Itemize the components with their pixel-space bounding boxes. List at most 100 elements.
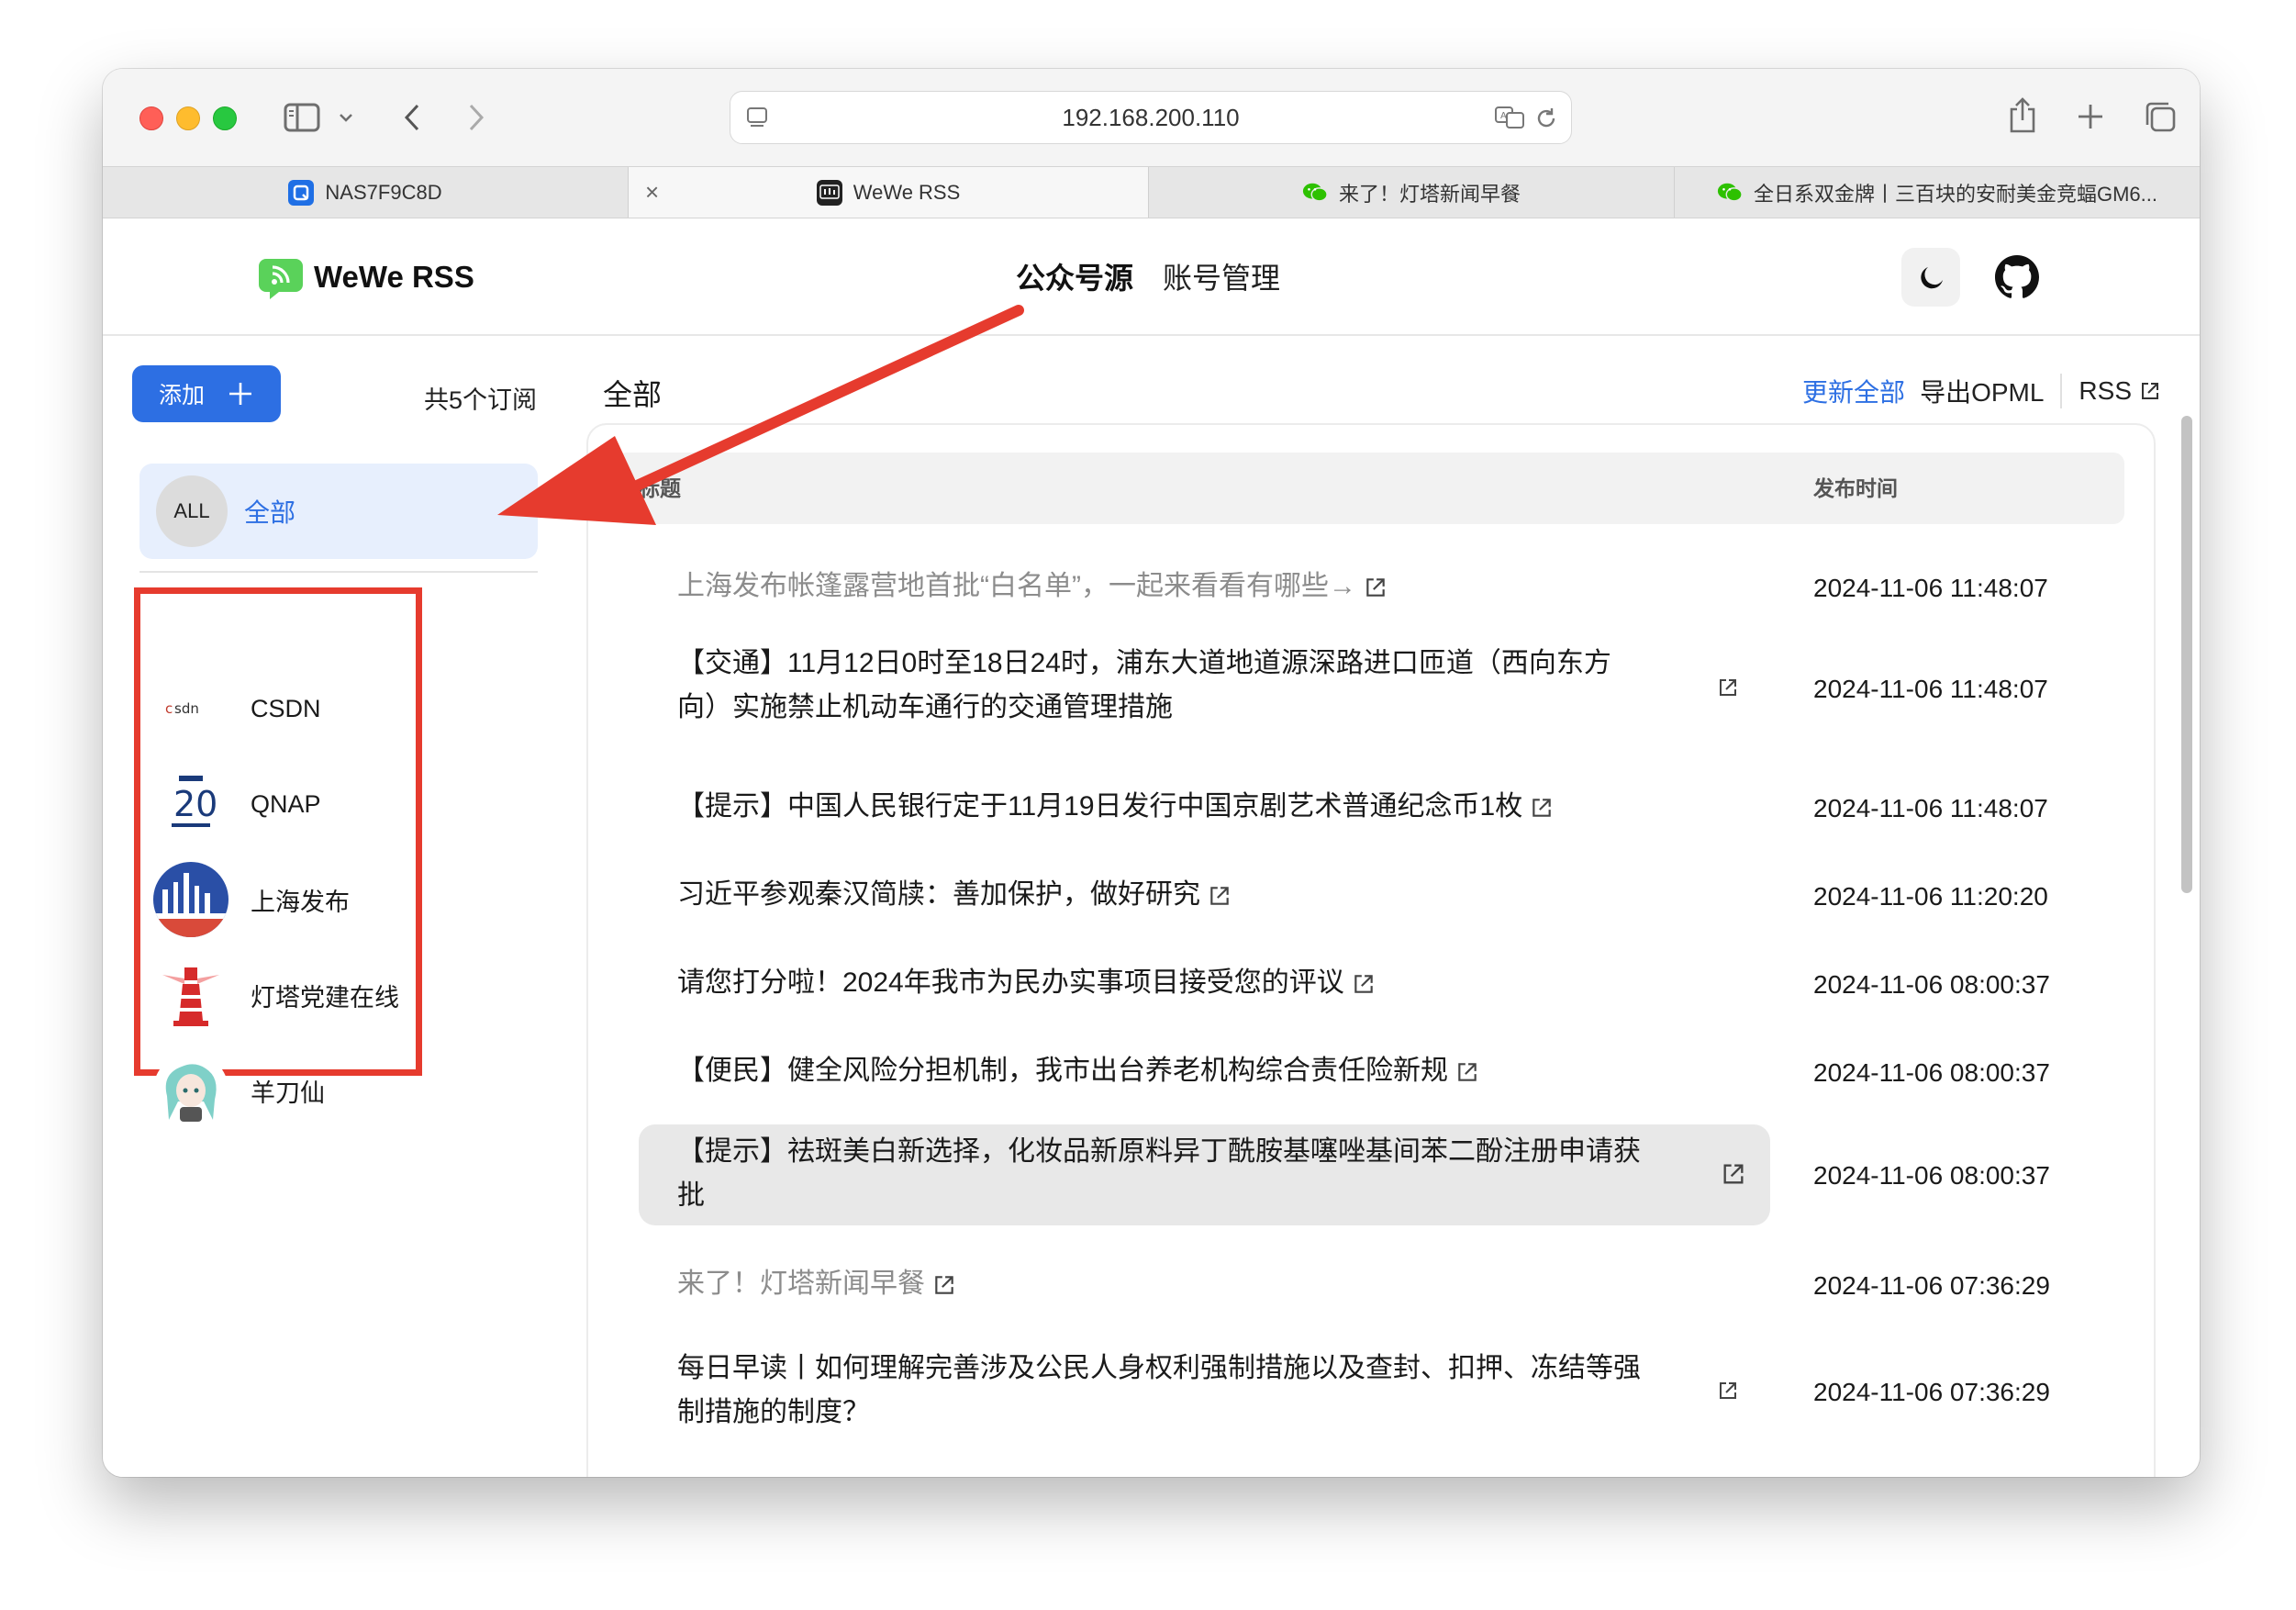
- qnap-avatar: 20: [153, 766, 228, 842]
- update-all-button[interactable]: 更新全部: [1802, 373, 1905, 409]
- article-title-link[interactable]: 每日早读丨如何理解完善涉及公民人身权利强制措施以及查封、扣押、冻结等强 制措施的…: [677, 1347, 1733, 1435]
- add-label: 添加: [158, 383, 205, 408]
- moon-icon: [1921, 267, 1943, 289]
- address-bar[interactable]: 192.168.200.110 A: [730, 91, 1572, 144]
- article-title-line: 向）实施禁止机动车通行的交通管理措施: [677, 692, 1173, 722]
- article-title-text: 来了！灯塔新闻早餐: [677, 1269, 925, 1299]
- table-row[interactable]: 【提示】祛斑美白新选择，化妆品新原料异丁酰胺基噻唑基间苯二酚注册申请获 批 20…: [616, 1124, 2124, 1227]
- external-link-icon[interactable]: [1717, 1380, 1739, 1402]
- sidebar-item-all[interactable]: ALL 全部: [139, 464, 538, 559]
- sidebar-item-label: 羊刀仙: [251, 1079, 325, 1107]
- external-link-icon[interactable]: [1717, 676, 1739, 699]
- anime-avatar: [153, 1053, 228, 1128]
- external-link-icon: [1533, 799, 1551, 817]
- table-row[interactable]: 每日早读丨如何理解完善涉及公民人身权利强制措施以及查封、扣押、冻结等强 制措施的…: [616, 1339, 2124, 1440]
- sidebar-item-label: QNAP: [251, 789, 321, 818]
- web-page: WeWe RSS 公众号源 账号管理 添加 共5个订阅 ALL 全部 c sdn…: [103, 218, 2200, 1477]
- article-title-link[interactable]: 来了！灯塔新闻早餐: [677, 1262, 1733, 1306]
- table-row[interactable]: 来了！灯塔新闻早餐 2024-11-06 07:36:29: [616, 1247, 2124, 1321]
- table-row[interactable]: 【便民】健全风险分担机制，我市出台养老机构综合责任险新规 2024-11-06 …: [616, 1034, 2124, 1108]
- forward-icon[interactable]: [463, 102, 490, 133]
- url-text: 192.168.200.110: [1062, 104, 1240, 131]
- tab-label: WeWe RSS: [853, 180, 961, 204]
- site-header: WeWe RSS 公众号源 账号管理: [103, 218, 2200, 336]
- article-publish-time: 2024-11-06 08:00:37: [1813, 970, 2050, 999]
- theme-toggle-button[interactable]: [1901, 248, 1960, 307]
- article-title-link[interactable]: 【便民】健全风险分担机制，我市出台养老机构综合责任险新规: [677, 1049, 1733, 1093]
- article-title-line: 每日早读丨如何理解完善涉及公民人身权利强制措施以及查封、扣押、冻结等强: [677, 1353, 1641, 1383]
- lighthouse-avatar: [153, 957, 228, 1033]
- external-link-icon[interactable]: [1721, 1161, 1746, 1187]
- wewe-rss-icon: [816, 179, 842, 206]
- tab-nas[interactable]: NAS7F9C8D: [103, 167, 629, 218]
- article-title-text: 习近平参观秦汉简牍：善加保护，做好研究: [677, 879, 1200, 910]
- nav-item-feeds[interactable]: 公众号源: [1016, 255, 1133, 297]
- sidebar-item-csdn[interactable]: c sdn CSDN: [153, 671, 321, 746]
- zoom-window-button[interactable]: [213, 106, 237, 130]
- column-header-title: 标题: [639, 476, 681, 500]
- share-icon[interactable]: [2006, 95, 2039, 137]
- svg-text:c: c: [165, 700, 173, 717]
- table-row[interactable]: 【交通】11月12日0时至18日24时，浦东大道地道源深路进口匝道（西向东方 向…: [616, 642, 2124, 743]
- sidebar-item-label: 全部: [244, 498, 296, 527]
- table-row[interactable]: 上海发布帐篷露营地首批“白名单”，一起来看看有哪些→ 2024-11-06 11…: [616, 550, 2124, 623]
- articles-table: 标题 发布时间 上海发布帐篷露营地首批“白名单”，一起来看看有哪些→ 2024-…: [586, 423, 2156, 1477]
- article-title-line: 制措施的制度？: [677, 1397, 870, 1427]
- article-publish-time: 2024-11-06 11:48:07: [1813, 794, 2048, 822]
- sidebar-item-qnap[interactable]: 20 QNAP: [153, 766, 321, 842]
- back-icon[interactable]: [398, 102, 426, 133]
- add-subscription-button[interactable]: 添加: [132, 365, 281, 422]
- github-link[interactable]: [1995, 255, 2039, 299]
- tab-label: NAS7F9C8D: [325, 180, 442, 204]
- article-publish-time: 2024-11-06 11:20:20: [1813, 882, 2048, 911]
- article-title-link[interactable]: 请您打分啦！2024年我市为民办实事项目接受您的评议: [677, 961, 1733, 1005]
- site-logo[interactable]: WeWe RSS: [257, 253, 474, 301]
- tab-wechat-article-2[interactable]: 全日系双金牌丨三百块的安耐美金竞蝠GM6...: [1675, 167, 2200, 218]
- rss-label: RSS: [2079, 376, 2132, 405]
- table-row[interactable]: 【提示】中国人民银行定于11月19日发行中国京剧艺术普通纪念币1枚 2024-1…: [616, 770, 2124, 844]
- minimize-window-button[interactable]: [176, 106, 200, 130]
- scrollbar-thumb[interactable]: [2181, 416, 2192, 893]
- article-title-link[interactable]: 习近平参观秦汉简牍：善加保护，做好研究: [677, 873, 1733, 917]
- tab-wewe-rss[interactable]: × WeWe RSS: [629, 167, 1149, 218]
- sidebar-item-lighthouse[interactable]: 灯塔党建在线: [153, 957, 399, 1033]
- tab-overview-icon[interactable]: [2142, 98, 2179, 135]
- chevron-down-icon[interactable]: [336, 107, 356, 128]
- sidebar-item-label: 上海发布: [251, 888, 350, 916]
- article-title-link[interactable]: 【提示】中国人民银行定于11月19日发行中国京剧艺术普通纪念币1枚: [677, 785, 1733, 829]
- article-publish-time: 2024-11-06 08:00:37: [1813, 1058, 2050, 1087]
- article-title-link[interactable]: 上海发布帐篷露营地首批“白名单”，一起来看看有哪些→: [677, 565, 1733, 609]
- toolbar-actions: 更新全部 导出OPML RSS: [1802, 373, 2161, 409]
- table-header: 标题 发布时间: [616, 453, 2124, 524]
- article-title-link[interactable]: 【交通】11月12日0时至18日24时，浦东大道地道源深路进口匝道（西向东方 向…: [677, 642, 1733, 730]
- avatar: ALL: [156, 475, 228, 547]
- rss-link[interactable]: RSS: [2079, 376, 2161, 406]
- github-icon: [1995, 255, 2039, 298]
- export-opml-button[interactable]: 导出OPML: [1920, 373, 2044, 409]
- article-title-link[interactable]: 【提示】祛斑美白新选择，化妆品新原料异丁酰胺基噻唑基间苯二酚注册申请获 批: [677, 1130, 1733, 1218]
- reload-icon[interactable]: [1533, 105, 1560, 132]
- new-tab-icon[interactable]: [2074, 100, 2107, 133]
- table-row[interactable]: 习近平参观秦汉简牍：善加保护，做好研究 2024-11-06 11:20:20: [616, 858, 2124, 932]
- sidebar-divider: [139, 571, 538, 573]
- translate-icon[interactable]: A: [1492, 103, 1529, 132]
- article-title-line: 【交通】11月12日0时至18日24时，浦东大道地道源深路进口匝道（西向东方: [677, 648, 1611, 678]
- svg-text:A: A: [1500, 111, 1507, 121]
- page-title: 全部: [603, 378, 663, 411]
- table-row[interactable]: 请您打分啦！2024年我市为民办实事项目接受您的评议 2024-11-06 08…: [616, 946, 2124, 1020]
- external-link-icon: [1354, 975, 1373, 993]
- article-title-line: 批: [677, 1180, 705, 1211]
- close-window-button[interactable]: [139, 106, 163, 130]
- close-icon[interactable]: ×: [645, 178, 659, 207]
- wechat-icon: [1302, 180, 1328, 206]
- article-title-line: 【提示】祛斑美白新选择，化妆品新原料异丁酰胺基噻唑基间苯二酚注册申请获: [677, 1136, 1641, 1167]
- article-publish-time: 2024-11-06 11:48:07: [1813, 675, 2048, 703]
- sidebar-toggle-icon[interactable]: [283, 100, 321, 135]
- column-header-time: 发布时间: [1813, 476, 1898, 500]
- tab-wechat-article-1[interactable]: 来了！灯塔新闻早餐: [1149, 167, 1675, 218]
- nav-item-accounts[interactable]: 账号管理: [1163, 255, 1280, 297]
- sidebar-item-shanghai-release[interactable]: 上海发布: [153, 862, 350, 937]
- article-title-text: 【便民】健全风险分担机制，我市出台养老机构综合责任险新规: [677, 1056, 1448, 1086]
- svg-text:20: 20: [173, 784, 217, 824]
- sidebar-item-yangdaoxian[interactable]: 羊刀仙: [153, 1053, 325, 1128]
